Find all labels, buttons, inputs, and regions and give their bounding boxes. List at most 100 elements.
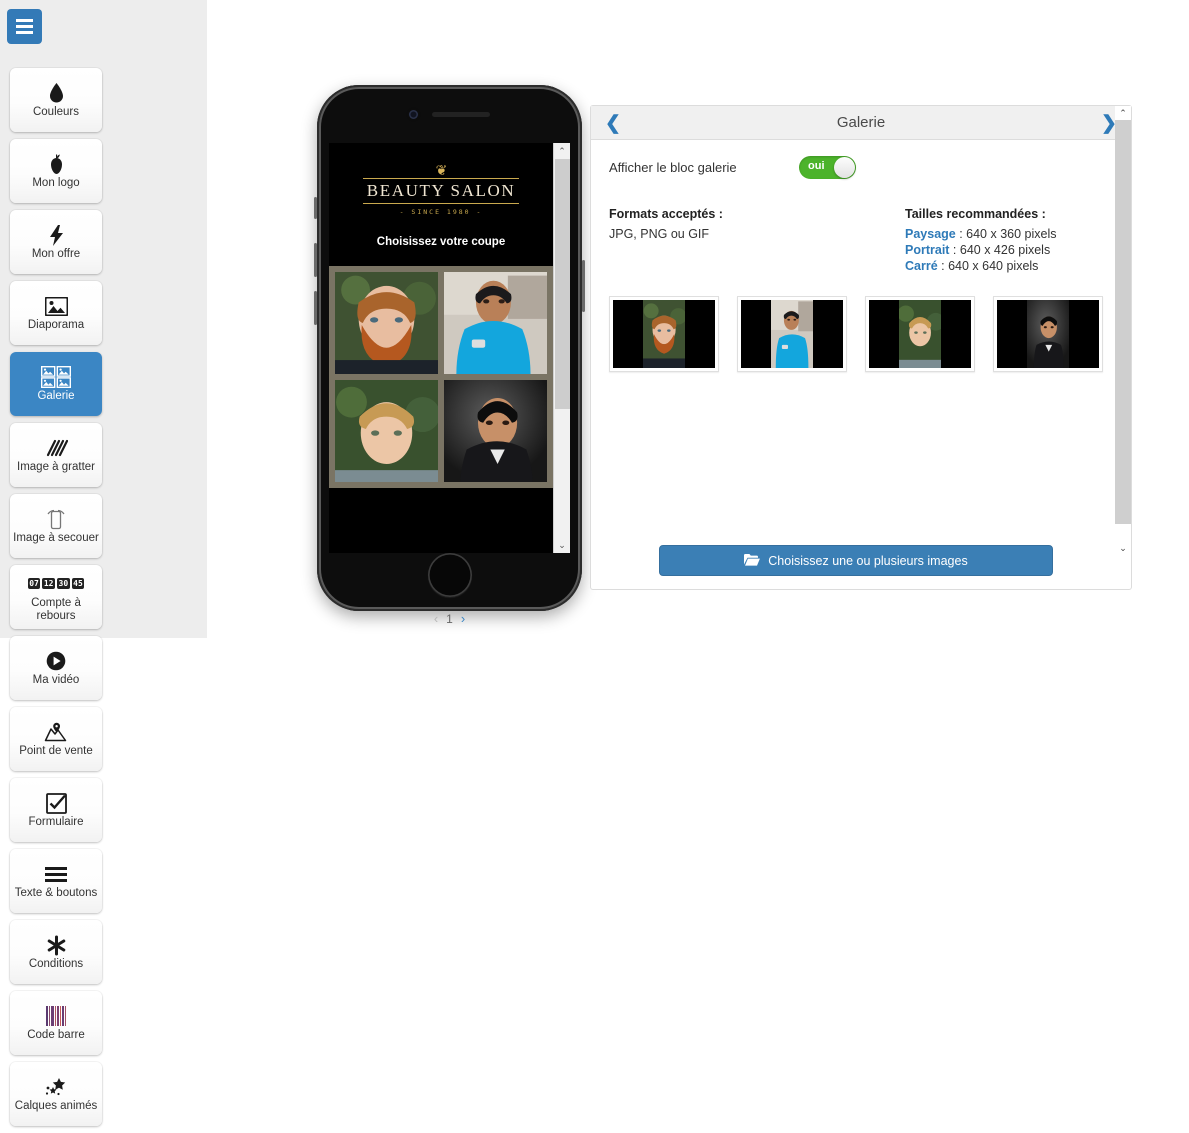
preview-heading: Choisissez votre coupe bbox=[376, 236, 506, 248]
info-columns: Formats acceptés : JPG, PNG ou GIF Taill… bbox=[609, 207, 1105, 274]
sizes-heading: Tailles recommandées : bbox=[905, 207, 1046, 221]
sidebar-item-couleurs[interactable]: Couleurs bbox=[10, 68, 102, 132]
sidebar-item-label: Image à gratter bbox=[17, 461, 95, 473]
sidebar-item-label: Diaporama bbox=[27, 319, 85, 331]
droplet-icon bbox=[10, 81, 102, 105]
lines-icon bbox=[10, 862, 102, 886]
countdown-digit: 07 bbox=[27, 578, 41, 589]
choose-images-label: Choisissez une ou plusieurs images bbox=[768, 553, 968, 568]
sidebar-item-formulaire[interactable]: Formulaire bbox=[10, 778, 102, 842]
sidebar-item-label: Mon logo bbox=[32, 177, 80, 189]
preview-scrollbar[interactable]: ⌃ ⌄ bbox=[553, 143, 570, 553]
stars-icon bbox=[10, 1075, 102, 1099]
sidebar-item-label: Ma vidéo bbox=[32, 674, 80, 686]
sidebar-item-label: Calques animés bbox=[14, 1100, 98, 1112]
phone-frame: ❦ BEAUTY SALON - SINCE 1980 - Choisissez… bbox=[314, 85, 585, 611]
scrollbar-thumb[interactable] bbox=[1115, 120, 1131, 524]
size-row-portrait: Portrait : 640 x 426 pixels bbox=[905, 242, 1057, 258]
pager-prev-icon[interactable]: ‹ bbox=[434, 611, 438, 626]
phone-power-button bbox=[582, 260, 585, 312]
preview-photo[interactable] bbox=[444, 272, 547, 374]
sidebar-item-texte-boutons[interactable]: Texte & boutons bbox=[10, 849, 102, 913]
panel-body: Afficher le bloc galerie oui Formats acc… bbox=[591, 140, 1131, 589]
sidebar-item-label: Point de vente bbox=[19, 745, 93, 757]
thumbnail-list bbox=[609, 296, 1105, 372]
sidebar-item-image-a-secouer[interactable]: Image à secouer bbox=[10, 494, 102, 558]
barcode-icon bbox=[10, 1004, 102, 1028]
sidebar-item-calques-animes[interactable]: Calques animés bbox=[10, 1062, 102, 1126]
gallery-thumbnail[interactable] bbox=[993, 296, 1103, 372]
sidebar-item-label: Texte & boutons bbox=[14, 887, 98, 899]
galerie-panel: ❮ Galerie ❯ Afficher le bloc galerie oui… bbox=[590, 105, 1132, 590]
logo-ornament-icon: ❦ bbox=[435, 162, 448, 178]
sidebar-item-code-barre[interactable]: Code barre bbox=[10, 991, 102, 1055]
size-value: : 640 x 640 pixels bbox=[937, 259, 1039, 273]
panel-scrollbar[interactable]: ⌃ ⌄ bbox=[1115, 106, 1131, 555]
scroll-up-icon[interactable]: ⌃ bbox=[554, 143, 570, 159]
preview-photo-grid bbox=[329, 266, 553, 488]
scrollbar-thumb[interactable] bbox=[555, 159, 570, 409]
sidebar-item-point-de-vente[interactable]: Point de vente bbox=[10, 707, 102, 771]
sidebar-item-label: Code barre bbox=[27, 1029, 85, 1041]
size-key: Paysage bbox=[905, 227, 956, 241]
size-value: : 640 x 426 pixels bbox=[949, 243, 1051, 257]
preview-pager: ‹ 1 › bbox=[317, 611, 582, 626]
camera-icon bbox=[409, 109, 418, 119]
show-gallery-label: Afficher le bloc galerie bbox=[609, 160, 737, 175]
choose-images-button[interactable]: Choisissez une ou plusieurs images bbox=[659, 545, 1053, 576]
countdown-digit: 30 bbox=[57, 578, 70, 589]
shake-icon bbox=[10, 507, 102, 531]
sidebar-item-image-a-gratter[interactable]: Image à gratter bbox=[10, 423, 102, 487]
phone-screen: ❦ BEAUTY SALON - SINCE 1980 - Choisissez… bbox=[329, 143, 570, 553]
gallery-thumbnail[interactable] bbox=[609, 296, 719, 372]
countdown-icon: 07 12 30 45 bbox=[10, 572, 102, 596]
sidebar-item-label: Formulaire bbox=[28, 816, 84, 828]
phone-preview: ❦ BEAUTY SALON - SINCE 1980 - Choisissez… bbox=[314, 85, 585, 611]
pager-page-number: 1 bbox=[446, 611, 453, 626]
preview-hero: ❦ BEAUTY SALON - SINCE 1980 - Choisissez… bbox=[329, 143, 553, 266]
sidebar-item-ma-video[interactable]: Ma vidéo bbox=[10, 636, 102, 700]
sidebar-item-mon-offre[interactable]: Mon offre bbox=[10, 210, 102, 274]
gallery-thumbnail[interactable] bbox=[737, 296, 847, 372]
scroll-down-icon[interactable]: ⌄ bbox=[554, 537, 570, 553]
scroll-up-icon[interactable]: ⌃ bbox=[1115, 106, 1131, 120]
size-key: Carré bbox=[905, 259, 938, 273]
sidebar-item-galerie[interactable]: Galerie bbox=[10, 352, 102, 416]
picture-icon bbox=[10, 294, 102, 318]
preview-photo[interactable] bbox=[335, 380, 438, 482]
folder-open-icon bbox=[744, 553, 761, 569]
sidebar-item-label: Galerie bbox=[37, 390, 75, 402]
sidebar-item-conditions[interactable]: Conditions bbox=[10, 920, 102, 984]
show-gallery-row: Afficher le bloc galerie oui bbox=[609, 156, 1105, 179]
thumbnail-image bbox=[997, 300, 1099, 368]
map-pin-icon bbox=[10, 720, 102, 744]
thumbnail-image bbox=[869, 300, 971, 368]
phone-home-button[interactable] bbox=[427, 553, 472, 597]
play-icon bbox=[10, 649, 102, 673]
show-gallery-toggle[interactable]: oui bbox=[799, 156, 856, 179]
formats-heading: Formats acceptés : bbox=[609, 207, 723, 221]
panel-prev-button[interactable]: ❮ bbox=[595, 106, 631, 140]
sidebar-item-diaporama[interactable]: Diaporama bbox=[10, 281, 102, 345]
sidebar-item-mon-logo[interactable]: Mon logo bbox=[10, 139, 102, 203]
menu-toggle-button[interactable] bbox=[7, 9, 42, 44]
phone-mute-switch bbox=[314, 197, 317, 219]
pager-next-icon[interactable]: › bbox=[461, 611, 465, 626]
phone-top-bar bbox=[317, 85, 582, 143]
gallery-thumbnail[interactable] bbox=[865, 296, 975, 372]
preview-photo[interactable] bbox=[444, 380, 547, 482]
thumbnail-image bbox=[741, 300, 843, 368]
panel-title: Galerie bbox=[836, 114, 886, 131]
gallery-icon bbox=[10, 365, 102, 389]
sidebar-item-label: Conditions bbox=[28, 958, 84, 970]
bolt-icon bbox=[10, 223, 102, 247]
sidebar-item-label: Mon offre bbox=[31, 248, 81, 260]
preview-photo[interactable] bbox=[335, 272, 438, 374]
apple-icon bbox=[10, 152, 102, 176]
scroll-down-icon[interactable]: ⌄ bbox=[1115, 541, 1131, 555]
scratch-icon bbox=[10, 436, 102, 460]
sidebar-item-compte-a-rebours[interactable]: 07 12 30 45 Compte à rebours bbox=[10, 565, 102, 629]
countdown-digit: 12 bbox=[42, 578, 55, 589]
countdown-digit: 45 bbox=[71, 578, 85, 589]
sidebar-item-label: Couleurs bbox=[32, 106, 80, 118]
